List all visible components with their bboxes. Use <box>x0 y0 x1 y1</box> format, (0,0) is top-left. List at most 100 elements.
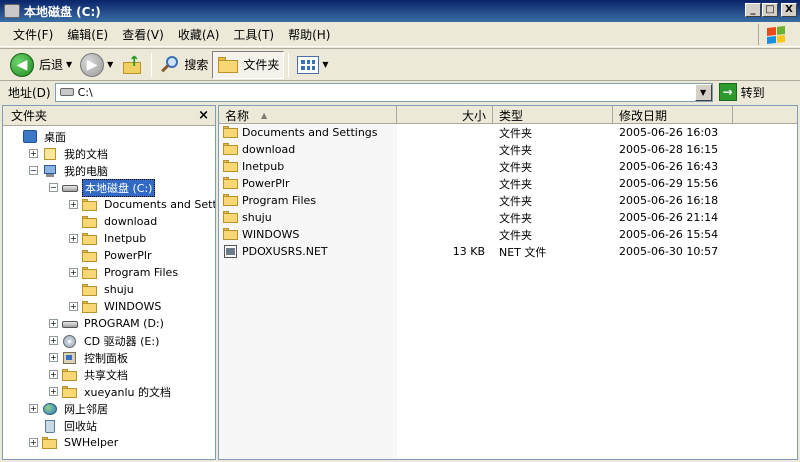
file-name-cell: shuju <box>219 209 397 226</box>
tree-item-label: Documents and Settings <box>104 198 216 211</box>
address-value: C:\ <box>77 85 93 99</box>
file-row[interactable]: download 文件夹 2005-06-28 16:15 <box>219 141 797 158</box>
file-row[interactable]: Documents and Settings 文件夹 2005-06-26 16:0… <box>219 124 797 141</box>
tree-expander[interactable]: + <box>29 149 38 158</box>
tree-item[interactable]: download <box>3 213 215 230</box>
tree-item-label: 本地磁盘 (C:) <box>82 178 156 197</box>
file-size <box>397 175 493 192</box>
column-header-type[interactable]: 类型 <box>493 106 613 124</box>
tree-expander[interactable]: + <box>49 370 58 379</box>
folder-pane-close-button[interactable]: × <box>198 108 209 123</box>
column-header-size[interactable]: 大小 <box>397 106 493 124</box>
file-date: 2005-06-26 21:14 <box>619 211 719 224</box>
menu-edit[interactable]: 编辑(E) <box>60 26 115 43</box>
tree-expander[interactable]: + <box>29 404 38 413</box>
tree-expander[interactable]: + <box>49 319 58 328</box>
file-size <box>397 124 493 141</box>
tree-item[interactable]: + PROGRAM (D:) <box>3 315 215 332</box>
tree-item[interactable]: 桌面 <box>3 128 215 145</box>
tree-item-label: Inetpub <box>104 232 147 245</box>
up-button[interactable]: ↑ <box>117 51 147 79</box>
title-bar[interactable]: 本地磁盘 (C:) _ □ X <box>0 0 800 22</box>
cd-icon <box>62 334 78 348</box>
tree-expander[interactable]: + <box>49 353 58 362</box>
back-button[interactable]: ◀ 后退 ▼ <box>6 51 76 79</box>
tree-item[interactable]: + Documents and Settings <box>3 196 215 213</box>
tree-expander[interactable]: + <box>69 234 78 243</box>
file-name: PowerPlr <box>242 177 290 190</box>
tree-expander[interactable]: + <box>29 438 38 447</box>
menu-help[interactable]: 帮助(H) <box>281 26 337 43</box>
tree-item[interactable]: + 共享文档 <box>3 366 215 383</box>
file-row[interactable]: PDOXUSRS.NET 13 KB NET 文件 2005-06-30 10:57 <box>219 243 797 260</box>
tree-item[interactable]: PowerPlr <box>3 247 215 264</box>
forward-arrow-icon: ▶ <box>80 52 105 77</box>
tree-expander[interactable]: − <box>49 183 58 192</box>
address-input[interactable]: C:\ ▼ <box>54 82 713 102</box>
views-dropdown-icon[interactable]: ▼ <box>322 60 328 69</box>
file-name-cell: PDOXUSRS.NET <box>219 243 397 260</box>
menu-view[interactable]: 查看(V) <box>115 26 171 43</box>
file-name-cell: Program Files <box>219 192 397 209</box>
close-button[interactable]: X <box>781 3 797 17</box>
tree-item[interactable]: + Program Files <box>3 264 215 281</box>
file-row[interactable]: Inetpub 文件夹 2005-06-26 16:43 <box>219 158 797 175</box>
forward-button[interactable]: ▶ ▼ <box>76 51 117 79</box>
file-row[interactable]: PowerPlr 文件夹 2005-06-29 15:56 <box>219 175 797 192</box>
address-dropdown-button[interactable]: ▼ <box>694 83 712 101</box>
tree-item[interactable]: + WINDOWS <box>3 298 215 315</box>
minimize-button[interactable]: _ <box>745 3 761 17</box>
tree-item[interactable]: + Inetpub <box>3 230 215 247</box>
tree-expander[interactable]: + <box>49 336 58 345</box>
tree-expander[interactable]: + <box>69 200 78 209</box>
tree-item[interactable]: + xueyanlu 的文档 <box>3 383 215 400</box>
column-header-date[interactable]: 修改日期 <box>613 106 733 124</box>
maximize-button[interactable]: □ <box>762 3 778 17</box>
tree-expander[interactable]: + <box>69 268 78 277</box>
tree-item-label: 共享文档 <box>84 368 128 382</box>
panel-icon <box>62 351 78 365</box>
tree-item[interactable]: + 控制面板 <box>3 349 215 366</box>
menu-file[interactable]: 文件(F) <box>6 26 60 43</box>
tree-item[interactable]: shuju <box>3 281 215 298</box>
toolbar: ◀ 后退 ▼ ▶ ▼ ↑ 搜索 文件夹 ▼ <box>0 48 800 81</box>
go-button[interactable]: → 转到 <box>718 83 765 101</box>
file-row[interactable]: Program Files 文件夹 2005-06-26 16:18 <box>219 192 797 209</box>
pc-icon <box>42 164 58 178</box>
menu-tools[interactable]: 工具(T) <box>226 26 281 43</box>
tree-item[interactable]: − 我的电脑 <box>3 162 215 179</box>
file-size <box>397 141 493 158</box>
folder-icon <box>223 211 238 224</box>
file-size <box>397 192 493 209</box>
file-type: 文件夹 <box>499 143 532 157</box>
search-button[interactable]: 搜索 <box>156 51 212 79</box>
forward-dropdown-icon[interactable]: ▼ <box>107 60 113 69</box>
views-button[interactable]: ▼ <box>293 51 332 79</box>
tree-item[interactable]: 回收站 <box>3 417 215 434</box>
tree-expander[interactable]: − <box>29 166 38 175</box>
file-row[interactable]: shuju 文件夹 2005-06-26 21:14 <box>219 209 797 226</box>
folder-icon <box>223 228 238 241</box>
tree-item-label: xueyanlu 的文档 <box>84 385 171 399</box>
drive-icon <box>62 317 78 331</box>
tree-item-label: 桌面 <box>44 130 66 144</box>
folders-icon <box>217 56 239 74</box>
tree-item[interactable]: − 本地磁盘 (C:) <box>3 178 215 197</box>
file-date: 2005-06-26 16:18 <box>619 194 719 207</box>
file-date: 2005-06-29 15:56 <box>619 177 719 190</box>
menu-favorites[interactable]: 收藏(A) <box>171 26 227 43</box>
tree-item[interactable]: + CD 驱动器 (E:) <box>3 332 215 349</box>
file-name: Documents and Settings <box>242 126 378 139</box>
tree-expander[interactable]: + <box>69 302 78 311</box>
folder-icon <box>223 177 238 190</box>
tree-item[interactable]: + 我的文档 <box>3 145 215 162</box>
tree-item[interactable]: + SWHelper <box>3 434 215 451</box>
tree-item[interactable]: + 网上邻居 <box>3 400 215 417</box>
file-row[interactable]: WINDOWS 文件夹 2005-06-26 15:54 <box>219 226 797 243</box>
tree-expander[interactable]: + <box>49 387 58 396</box>
column-header-name[interactable]: 名称 ▲ <box>219 106 397 124</box>
sort-ascending-icon: ▲ <box>261 110 268 120</box>
back-dropdown-icon[interactable]: ▼ <box>66 60 72 69</box>
folders-button[interactable]: 文件夹 <box>212 50 285 79</box>
